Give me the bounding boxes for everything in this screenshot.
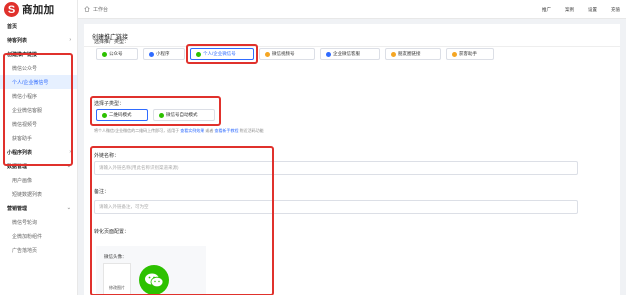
type-label: 选择推广类型：: [94, 39, 130, 45]
sidebar-item-label: 首页: [7, 23, 18, 30]
hint-prefix: 将个人微信/企业微信的二维码上传即可，适用于: [94, 128, 180, 133]
type-official-account[interactable]: 公众号: [96, 48, 138, 60]
annotation-box-form: [90, 146, 274, 295]
hint-text: 将个人微信/企业微信的二维码上传即可，适用于 查看实例效果 或者 查看新手教程 …: [94, 128, 264, 134]
top-link-promote[interactable]: 推广: [542, 7, 551, 13]
breadcrumb: 工作台: [84, 6, 108, 13]
hint-suffix: 附近活码功能: [239, 128, 264, 133]
top-link-settings[interactable]: 设置: [588, 7, 597, 13]
type-label-text: 朋友圈链接: [398, 51, 421, 56]
type-label-text: 小程序: [156, 51, 170, 56]
annotation-box-subtype: [90, 96, 221, 126]
sidebar-item-label: 微信号轮询: [12, 219, 38, 226]
type-acquisition[interactable]: 获客助手: [446, 48, 494, 60]
brand-name: 商加加: [22, 4, 55, 16]
sidebar-item-fan-widget[interactable]: 企微加粉组件: [0, 229, 77, 243]
sidebar-item-short-link-data[interactable]: 短链数据列表: [0, 187, 77, 201]
chevron-down-icon: ⌄: [66, 205, 71, 211]
annotation-box-sidebar: [3, 53, 73, 166]
sidebar-item-label: 企微加粉组件: [12, 233, 43, 240]
sidebar-item-landing-page[interactable]: 广告落地页: [0, 243, 77, 257]
enterprise-service-icon: [326, 51, 331, 57]
type-video-channel[interactable]: 微信视频号: [259, 48, 315, 60]
home-icon: [84, 6, 90, 12]
annotation-box-type: [186, 44, 258, 64]
top-link-cases[interactable]: 案例: [565, 7, 574, 13]
type-label-text: 微信视频号: [272, 51, 295, 56]
top-link-recharge[interactable]: 充值: [611, 7, 620, 13]
sidebar-item-label: 待客列表: [7, 37, 28, 44]
sidebar-item-customer-list[interactable]: 待客列表 ›: [0, 33, 77, 47]
breadcrumb-workbench[interactable]: 工作台: [93, 6, 108, 13]
type-label-text: 公众号: [109, 51, 123, 56]
mini-program-icon: [149, 51, 154, 57]
type-enterprise-service[interactable]: 企业微信客服: [320, 48, 380, 60]
sidebar-item-label: 广告落地页: [12, 247, 38, 254]
sidebar-item-label: 用户画像: [12, 177, 33, 184]
type-label-text: 企业微信客服: [333, 51, 360, 56]
example-link[interactable]: 查看实例效果: [180, 128, 204, 133]
acquisition-icon: [452, 51, 457, 57]
official-account-icon: [102, 51, 107, 57]
top-right-menu: 推广 案例 设置 充值: [542, 0, 620, 19]
type-label-text: 获客助手: [459, 51, 477, 56]
video-channel-icon: [265, 51, 270, 57]
sidebar-item-marketing[interactable]: 营销管理 ⌄: [0, 201, 77, 215]
sidebar-item-label: 短链数据列表: [12, 191, 43, 198]
hint-mid: 或者: [205, 128, 214, 133]
divider: [84, 46, 620, 47]
logo-mark: S: [4, 2, 19, 17]
moments-icon: [391, 51, 396, 57]
type-moments-link[interactable]: 朋友圈链接: [385, 48, 441, 60]
sidebar-item-home[interactable]: 首页: [0, 19, 77, 33]
brand-logo[interactable]: S 商加加: [0, 0, 77, 19]
sidebar-item-label: 营销管理: [7, 205, 28, 212]
sidebar-item-user-profile[interactable]: 用户画像: [0, 173, 77, 187]
type-mini-program[interactable]: 小程序: [143, 48, 185, 60]
top-bar: 工作台 推广 案例 设置 充值: [78, 0, 626, 19]
tutorial-link[interactable]: 查看新手教程: [215, 128, 239, 133]
chevron-right-icon: ›: [69, 37, 71, 43]
sidebar-item-wechat-polling[interactable]: 微信号轮询: [0, 215, 77, 229]
